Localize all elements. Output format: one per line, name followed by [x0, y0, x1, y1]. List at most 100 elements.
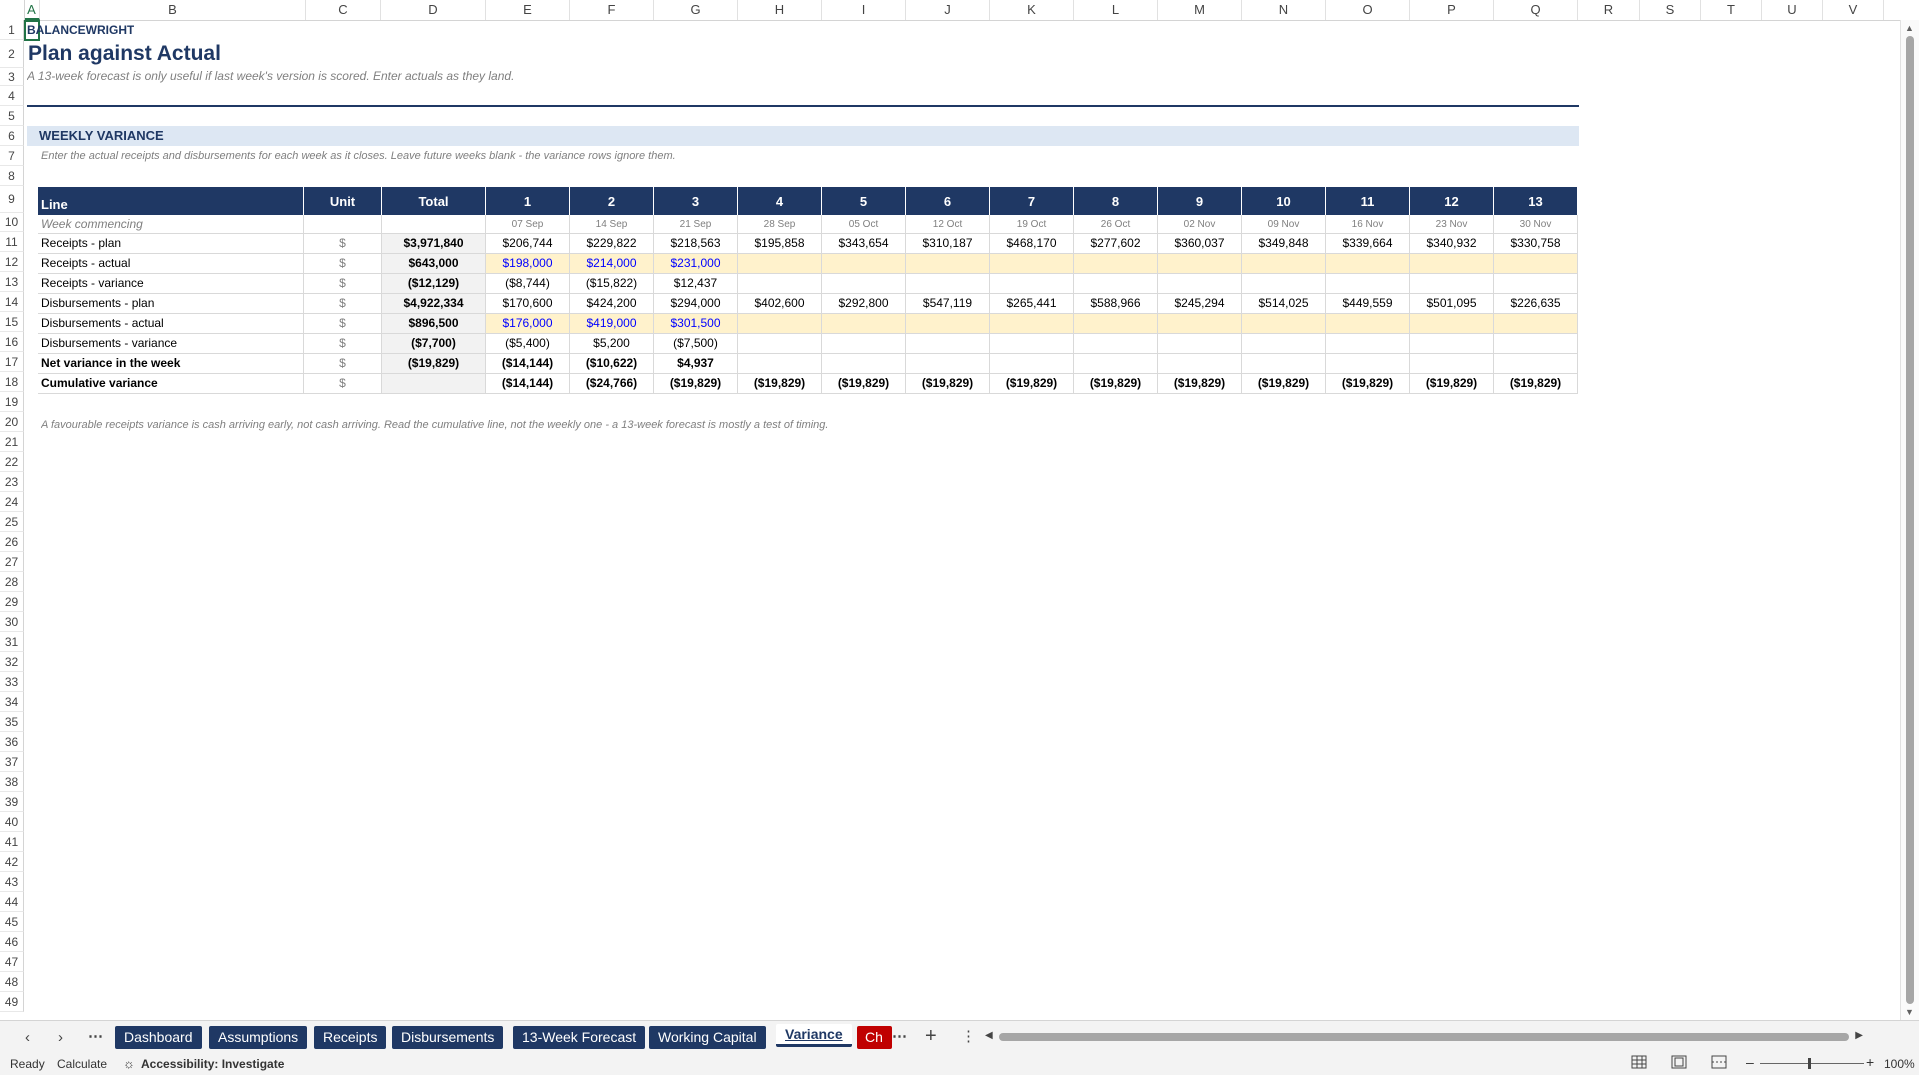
actual-input-cell[interactable]: $419,000 [570, 314, 654, 334]
sheet-tab[interactable]: Dashboard [115, 1026, 202, 1049]
status-accessibility[interactable]: Accessibility: Investigate [141, 1057, 284, 1071]
horizontal-scroll-thumb[interactable] [999, 1033, 1849, 1041]
row-header-38[interactable]: 38 [0, 772, 24, 792]
page-layout-icon[interactable] [1671, 1055, 1687, 1072]
select-all-corner[interactable] [0, 0, 25, 20]
actual-input-cell[interactable] [1326, 254, 1410, 274]
actual-input-cell[interactable]: $214,000 [570, 254, 654, 274]
actual-input-cell[interactable] [738, 254, 822, 274]
spreadsheet-grid[interactable]: ABCDEFGHIJKLMNOPQRSTUV 1 2 3 4 5 6 7 8 9 10 11 12 13… [0, 0, 1919, 1020]
actual-input-cell[interactable]: $301,500 [654, 314, 738, 334]
row-header-32[interactable]: 32 [0, 652, 24, 672]
row-header-13[interactable]: 13 [0, 272, 24, 292]
column-header-r[interactable]: R [1578, 0, 1640, 20]
sheet-tab[interactable]: Receipts [314, 1026, 387, 1049]
actual-input-cell[interactable] [1494, 314, 1578, 334]
row-header-33[interactable]: 33 [0, 672, 24, 692]
actual-input-cell[interactable] [1242, 254, 1326, 274]
column-header-o[interactable]: O [1326, 0, 1410, 20]
column-header-n[interactable]: N [1242, 0, 1326, 20]
row-header-1[interactable]: 1 [0, 20, 24, 40]
row-header-9[interactable]: 9 [0, 186, 24, 213]
column-header-b[interactable]: B [40, 0, 306, 20]
row-header-20[interactable]: 20 [0, 412, 24, 432]
actual-input-cell[interactable]: $231,000 [654, 254, 738, 274]
normal-view-icon[interactable] [1631, 1055, 1647, 1072]
column-header-a[interactable]: A [24, 0, 40, 20]
sheet-tab[interactable]: Ch [857, 1026, 892, 1049]
row-header-28[interactable]: 28 [0, 572, 24, 592]
vertical-scroll-thumb[interactable] [1906, 36, 1914, 1004]
row-header-6[interactable]: 6 [0, 126, 24, 146]
row-header-18[interactable]: 18 [0, 372, 24, 392]
actual-input-cell[interactable] [1410, 254, 1494, 274]
row-header-39[interactable]: 39 [0, 792, 24, 812]
sheet-tab[interactable]: Working Capital [649, 1026, 766, 1049]
column-header-p[interactable]: P [1410, 0, 1494, 20]
row-header-43[interactable]: 43 [0, 872, 24, 892]
add-sheet-icon[interactable]: + [925, 1025, 937, 1048]
row-header-37[interactable]: 37 [0, 752, 24, 772]
row-header-30[interactable]: 30 [0, 612, 24, 632]
row-header-29[interactable]: 29 [0, 592, 24, 612]
tab-options-icon[interactable]: ⋮ [961, 1027, 976, 1045]
column-header-h[interactable]: H [738, 0, 822, 20]
row-header-22[interactable]: 22 [0, 452, 24, 472]
sheet-tab[interactable]: Disbursements [392, 1026, 504, 1049]
status-calculate[interactable]: Calculate [57, 1057, 107, 1071]
actual-input-cell[interactable] [1074, 254, 1158, 274]
zoom-slider[interactable] [1760, 1063, 1864, 1064]
actual-input-cell[interactable] [906, 254, 990, 274]
row-header-46[interactable]: 46 [0, 932, 24, 952]
column-header-d[interactable]: D [381, 0, 486, 20]
row-header-23[interactable]: 23 [0, 472, 24, 492]
row-header-48[interactable]: 48 [0, 972, 24, 992]
row-header-11[interactable]: 11 [0, 232, 24, 252]
vertical-scrollbar[interactable]: ▲ ▼ [1900, 20, 1919, 1020]
scroll-up-icon[interactable]: ▲ [1905, 23, 1914, 33]
actual-input-cell[interactable] [990, 254, 1074, 274]
actual-input-cell[interactable] [990, 314, 1074, 334]
column-header-j[interactable]: J [906, 0, 990, 20]
column-header-m[interactable]: M [1158, 0, 1242, 20]
row-header-2[interactable]: 2 [0, 40, 24, 68]
scroll-left-icon[interactable]: ◀ [985, 1030, 993, 1041]
actual-input-cell[interactable] [906, 314, 990, 334]
zoom-in-icon[interactable]: + [1866, 1054, 1874, 1070]
actual-input-cell[interactable]: $198,000 [486, 254, 570, 274]
more-tabs-icon[interactable]: ⋯ [892, 1027, 907, 1045]
row-header-47[interactable]: 47 [0, 952, 24, 972]
column-header-u[interactable]: U [1762, 0, 1823, 20]
sheet-tab[interactable]: 13-Week Forecast [513, 1026, 646, 1049]
accessibility-icon[interactable]: ☼ [123, 1056, 135, 1071]
sheet-tab[interactable]: Variance [776, 1024, 852, 1047]
more-sheets-icon[interactable]: ⋯ [88, 1027, 103, 1045]
row-header-16[interactable]: 16 [0, 332, 24, 352]
row-header-7[interactable]: 7 [0, 146, 24, 166]
actual-input-cell[interactable] [738, 314, 822, 334]
row-header-14[interactable]: 14 [0, 292, 24, 312]
scroll-down-icon[interactable]: ▼ [1905, 1007, 1914, 1017]
zoom-out-icon[interactable]: – [1746, 1054, 1754, 1070]
row-header-19[interactable]: 19 [0, 392, 24, 412]
scroll-right-icon[interactable]: ▶ [1855, 1030, 1863, 1041]
row-header-45[interactable]: 45 [0, 912, 24, 932]
page-break-icon[interactable] [1711, 1055, 1727, 1072]
row-header-44[interactable]: 44 [0, 892, 24, 912]
actual-input-cell[interactable] [1410, 314, 1494, 334]
row-header-31[interactable]: 31 [0, 632, 24, 652]
row-header-5[interactable]: 5 [0, 106, 24, 126]
actual-input-cell[interactable] [1242, 314, 1326, 334]
column-header-t[interactable]: T [1701, 0, 1762, 20]
row-header-26[interactable]: 26 [0, 532, 24, 552]
column-header-k[interactable]: K [990, 0, 1074, 20]
zoom-slider-thumb[interactable] [1808, 1058, 1811, 1069]
row-header-34[interactable]: 34 [0, 692, 24, 712]
row-header-25[interactable]: 25 [0, 512, 24, 532]
column-header-c[interactable]: C [306, 0, 381, 20]
row-header-21[interactable]: 21 [0, 432, 24, 452]
column-header-f[interactable]: F [570, 0, 654, 20]
actual-input-cell[interactable] [822, 314, 906, 334]
row-header-49[interactable]: 49 [0, 992, 24, 1012]
horizontal-scrollbar[interactable]: ◀ ▶ [985, 1030, 1863, 1044]
